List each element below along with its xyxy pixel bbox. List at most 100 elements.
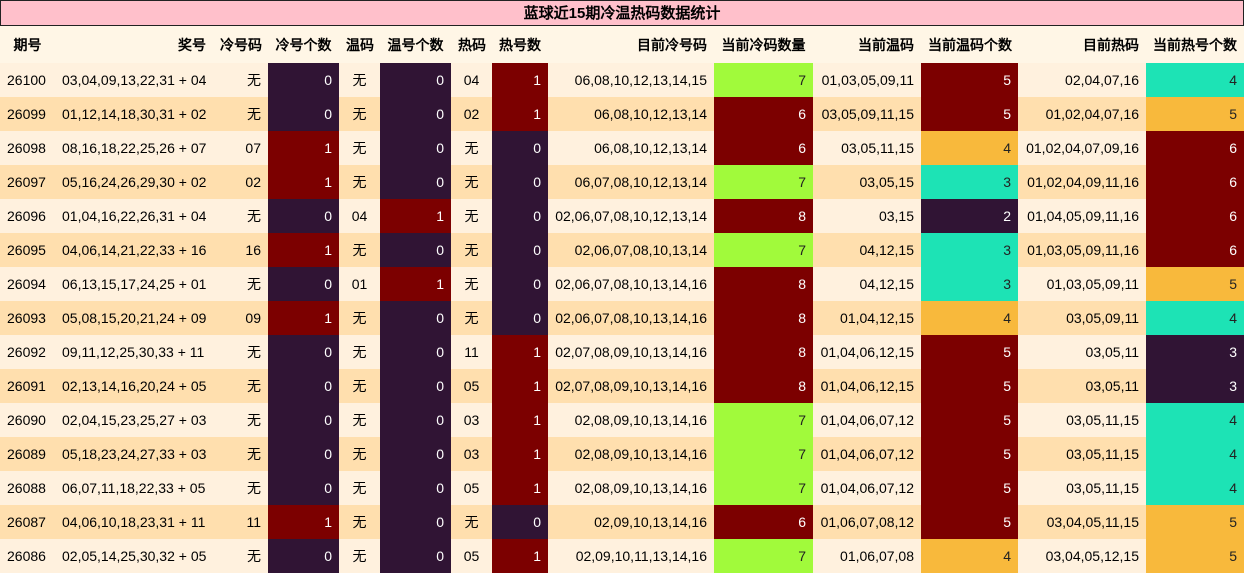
cell-current-cold-count: 7: [714, 437, 813, 471]
table-row: 26089 05,18,23,24,27,33 + 03 无 0 无 0 03 1 02,08,…: [0, 437, 1244, 471]
cell-warm-code: 无: [339, 403, 380, 437]
cell-cold-code: 无: [213, 335, 268, 369]
cell-current-warm-codes: 03,05,15: [813, 165, 921, 199]
header-warm-code: 温码: [339, 26, 380, 63]
cell-current-hot-count: 6: [1146, 165, 1244, 199]
cell-hot-count: 0: [492, 165, 548, 199]
cell-warm-count: 0: [380, 539, 451, 573]
table-row: 26087 04,06,10,18,23,31 + 11 11 1 无 0 无 0 02,09,…: [0, 505, 1244, 539]
cell-current-hot-count: 4: [1146, 437, 1244, 471]
cell-warm-count: 0: [380, 301, 451, 335]
table-row: 26096 01,04,16,22,26,31 + 04 无 0 04 1 无 0 02,06,…: [0, 199, 1244, 233]
cell-current-warm-count: 5: [921, 335, 1018, 369]
cell-hot-code: 无: [451, 505, 492, 539]
cell-current-cold-count: 7: [714, 165, 813, 199]
cell-current-hot-count: 5: [1146, 267, 1244, 301]
cell-current-hot-codes: 01,02,04,07,16: [1018, 97, 1146, 131]
cell-current-cold-codes: 02,06,07,08,10,12,13,14: [548, 199, 714, 233]
table-row: 26100 03,04,09,13,22,31 + 04 无 0 无 0 04 1 06,08,…: [0, 63, 1244, 97]
cell-warm-count: 0: [380, 131, 451, 165]
cell-hot-count: 1: [492, 471, 548, 505]
cell-hot-code: 无: [451, 233, 492, 267]
table-row: 26098 08,16,18,22,25,26 + 07 07 1 无 0 无 0 06,08,…: [0, 131, 1244, 165]
cell-current-cold-count: 8: [714, 335, 813, 369]
table-body: 26100 03,04,09,13,22,31 + 04 无 0 无 0 04 1 06,08,…: [0, 63, 1244, 573]
cell-current-warm-codes: 04,12,15: [813, 267, 921, 301]
cell-hot-code: 05: [451, 471, 492, 505]
cell-current-cold-count: 6: [714, 97, 813, 131]
cell-cold-code: 无: [213, 369, 268, 403]
header-warm-count: 温号个数: [380, 26, 451, 63]
cell-current-hot-count: 6: [1146, 131, 1244, 165]
cell-current-cold-count: 8: [714, 199, 813, 233]
table-row: 26090 02,04,15,23,25,27 + 03 无 0 无 0 03 1 02,08,…: [0, 403, 1244, 437]
cell-current-cold-count: 7: [714, 63, 813, 97]
cell-warm-count: 0: [380, 335, 451, 369]
cell-current-hot-codes: 01,03,05,09,11,16: [1018, 233, 1146, 267]
cell-warm-count: 0: [380, 165, 451, 199]
cell-cold-count: 0: [268, 199, 339, 233]
cell-hot-code: 无: [451, 165, 492, 199]
cell-current-hot-codes: 01,02,04,09,11,16: [1018, 165, 1146, 199]
cell-warm-code: 无: [339, 165, 380, 199]
cell-hot-count: 1: [492, 437, 548, 471]
cell-warm-count: 0: [380, 369, 451, 403]
cell-current-hot-codes: 03,04,05,12,15: [1018, 539, 1146, 573]
cell-current-cold-count: 7: [714, 471, 813, 505]
cell-current-warm-count: 5: [921, 403, 1018, 437]
cell-warm-code: 04: [339, 199, 380, 233]
cell-current-hot-count: 5: [1146, 97, 1244, 131]
cell-current-hot-codes: 03,05,11,15: [1018, 471, 1146, 505]
cell-current-cold-codes: 02,06,07,08,10,13,14,16: [548, 267, 714, 301]
cell-warm-code: 无: [339, 505, 380, 539]
cell-current-hot-count: 3: [1146, 335, 1244, 369]
cell-current-warm-codes: 01,04,06,07,12: [813, 437, 921, 471]
cell-cold-code: 09: [213, 301, 268, 335]
cell-cold-count: 1: [268, 233, 339, 267]
cell-cold-code: 11: [213, 505, 268, 539]
cell-hot-count: 1: [492, 63, 548, 97]
cell-winning-numbers: 05,08,15,20,21,24 + 09: [55, 301, 213, 335]
table-row: 26095 04,06,14,21,22,33 + 16 16 1 无 0 无 0 02,06,…: [0, 233, 1244, 267]
cell-winning-numbers: 03,04,09,13,22,31 + 04: [55, 63, 213, 97]
cell-winning-numbers: 02,04,15,23,25,27 + 03: [55, 403, 213, 437]
cell-current-cold-codes: 02,06,07,08,10,13,14: [548, 233, 714, 267]
cell-cold-count: 1: [268, 131, 339, 165]
cell-issue: 26093: [0, 301, 55, 335]
header-hot-count: 热号数: [492, 26, 548, 63]
cell-current-warm-codes: 01,04,06,12,15: [813, 335, 921, 369]
cell-current-hot-codes: 01,03,05,09,11: [1018, 267, 1146, 301]
cell-issue: 26095: [0, 233, 55, 267]
table-row: 26091 02,13,14,16,20,24 + 05 无 0 无 0 05 1 02,07,…: [0, 369, 1244, 403]
cell-current-hot-codes: 01,02,04,07,09,16: [1018, 131, 1146, 165]
cell-current-warm-count: 5: [921, 471, 1018, 505]
cell-hot-count: 1: [492, 97, 548, 131]
cell-warm-code: 无: [339, 63, 380, 97]
cell-issue: 26090: [0, 403, 55, 437]
cell-warm-code: 无: [339, 131, 380, 165]
cell-warm-count: 0: [380, 471, 451, 505]
header-current-cold-codes: 目前冷号码: [548, 26, 714, 63]
cell-current-warm-count: 3: [921, 233, 1018, 267]
cell-current-cold-codes: 02,09,10,11,13,14,16: [548, 539, 714, 573]
cell-current-hot-codes: 03,05,11: [1018, 335, 1146, 369]
cell-current-warm-count: 5: [921, 97, 1018, 131]
cell-warm-code: 无: [339, 97, 380, 131]
cell-current-warm-count: 5: [921, 505, 1018, 539]
cell-hot-code: 无: [451, 199, 492, 233]
header-winning-numbers: 奖号: [55, 26, 213, 63]
cell-hot-code: 03: [451, 403, 492, 437]
cell-cold-code: 无: [213, 63, 268, 97]
cell-current-hot-codes: 03,04,05,11,15: [1018, 505, 1146, 539]
cell-current-cold-codes: 06,08,10,12,13,14: [548, 131, 714, 165]
cell-current-hot-codes: 03,05,11,15: [1018, 437, 1146, 471]
table-row: 26094 06,13,15,17,24,25 + 01 无 0 01 1 无 0 02,06,…: [0, 267, 1244, 301]
cell-current-cold-codes: 06,08,10,12,13,14: [548, 97, 714, 131]
cell-cold-count: 0: [268, 97, 339, 131]
header-row: 期号 奖号 冷号码 冷号个数 温码 温号个数 热码 热号数 目前冷号码 当前冷码…: [0, 26, 1244, 63]
cell-issue: 26099: [0, 97, 55, 131]
table-title: 蓝球近15期冷温热码数据统计: [0, 0, 1244, 26]
cell-cold-code: 无: [213, 539, 268, 573]
header-current-warm-count: 当前温码个数: [921, 26, 1018, 63]
cell-issue: 26086: [0, 539, 55, 573]
